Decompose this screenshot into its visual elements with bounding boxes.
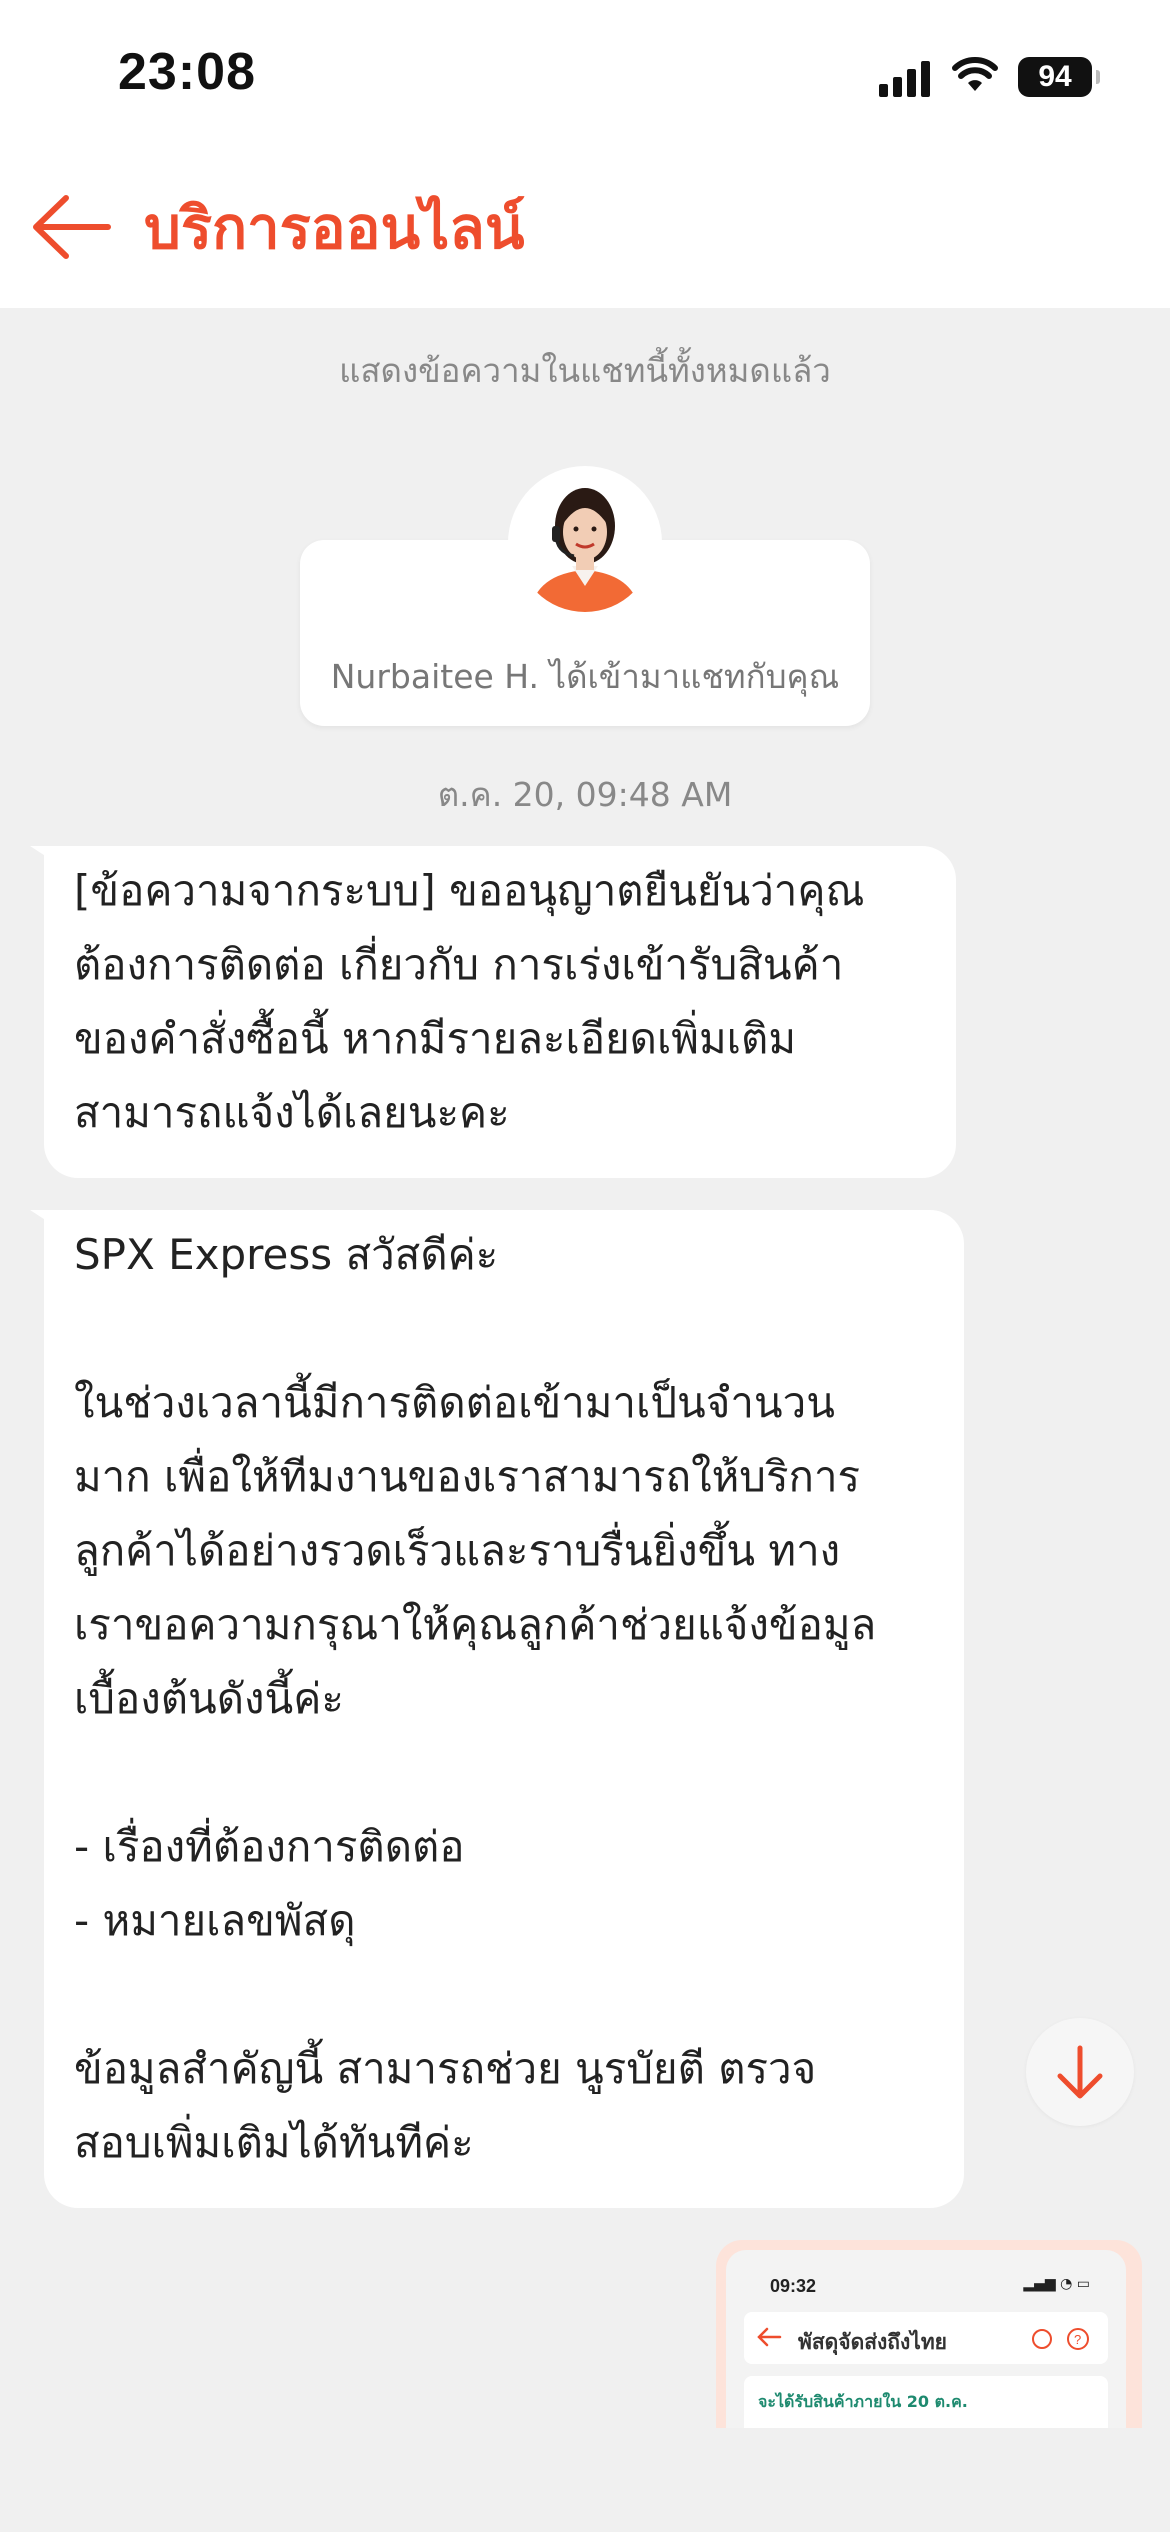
nav-header: บริการออนไลน์: [0, 150, 1170, 308]
back-arrow-icon: [33, 195, 111, 259]
message-timestamp: ต.ค. 20, 09:48 AM: [437, 775, 733, 814]
status-bar: 23:08 94: [0, 0, 1170, 150]
page-title: บริการออนไลน์: [144, 194, 525, 262]
arrow-down-icon: [1057, 2045, 1103, 2099]
agent-avatar: [508, 466, 662, 620]
preview-status-icons: ▂▄▆ ◔ ▭: [1023, 2276, 1090, 2292]
status-icons: 94: [879, 52, 1100, 102]
preview-time: 09:32: [770, 2276, 817, 2296]
battery-icon: 94: [1018, 57, 1100, 97]
agent-joined-text: Nurbaitee H. ได้เข้ามาแชทกับคุณ: [330, 657, 840, 696]
bottom-area: [0, 2428, 1170, 2532]
back-button[interactable]: [30, 190, 114, 264]
agent-portrait-icon: [516, 474, 654, 612]
svg-text:?: ?: [1074, 2332, 1081, 2347]
preview-nav: พัสดุจัดส่งถึงไทย ?: [744, 2312, 1108, 2364]
message-bubble-agent: SPX Express สวัสดีค่ะ ในช่วงเวลานี้มีการ…: [30, 1210, 964, 2208]
message-bubble-system: [ข้อความจากระบบ] ขออนุญาตยืนยันว่าคุณ ต้…: [30, 846, 956, 1178]
cellular-signal-icon: [879, 57, 930, 97]
battery-level: 94: [1038, 60, 1072, 93]
status-time: 23:08: [118, 43, 256, 101]
chat-history-notice: แสดงข้อความในแชทนี้ทั้งหมดแล้ว: [339, 351, 831, 390]
preview-title: พัสดุจัดส่งถึงไทย: [798, 2330, 947, 2354]
preview-back-icon: [757, 2327, 782, 2347]
preview-help-icon: ?: [1032, 2328, 1089, 2350]
preview-delivery-note: จะได้รับสินค้าภายใน 20 ต.ค.: [758, 2392, 968, 2411]
wifi-icon: [952, 57, 998, 97]
scroll-to-bottom-button[interactable]: [1026, 2018, 1134, 2126]
